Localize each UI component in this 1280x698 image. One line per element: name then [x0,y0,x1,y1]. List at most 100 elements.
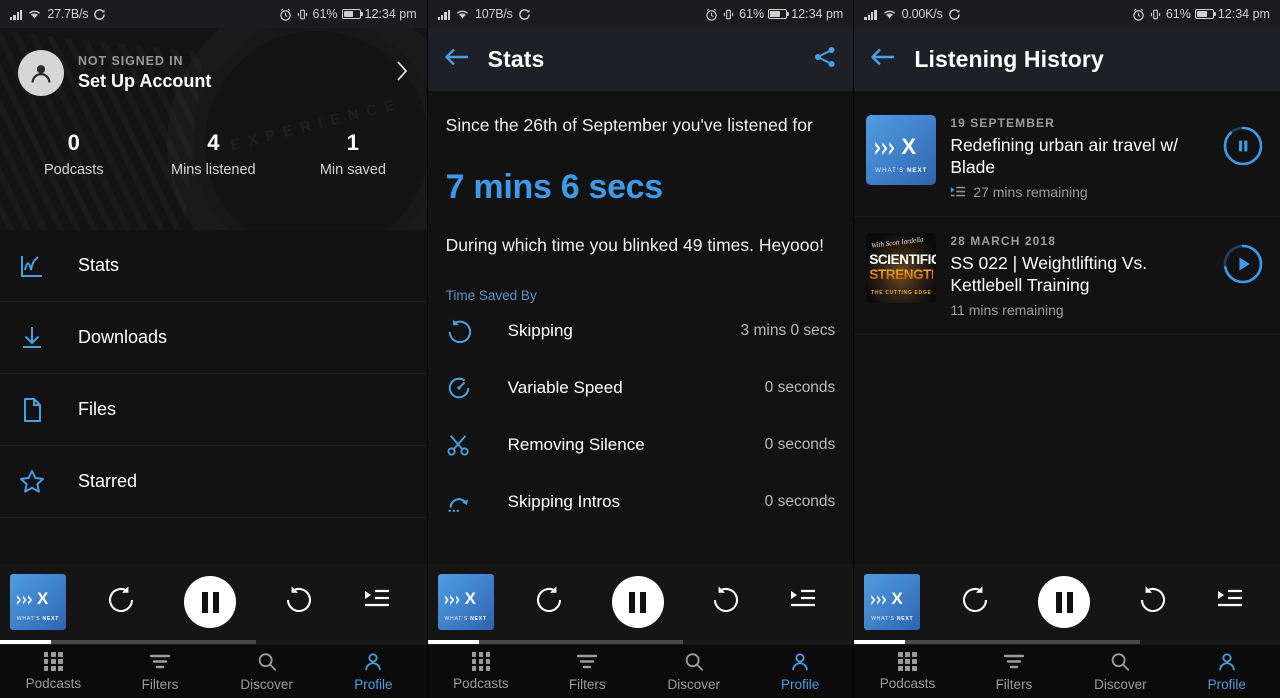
cell-signal-icon [10,9,23,20]
stats-appbar: Stats [427,28,854,91]
nav-item-discover[interactable]: Discover [213,645,320,698]
saved-value: 0 seconds [764,436,836,454]
nav-label: Podcasts [453,675,509,691]
menu-item-stats[interactable]: Stats [0,230,427,302]
battery-icon [341,9,363,19]
account-title: Set Up Account [78,71,212,91]
saved-value: 0 seconds [764,493,836,511]
queue-icon[interactable] [789,587,817,618]
skip-back-icon[interactable] [960,585,990,620]
nav-item-profile[interactable]: Profile [1174,645,1280,698]
nav-item-filters[interactable]: Filters [534,645,640,698]
history-appbar: Listening History [854,28,1280,91]
person-icon [792,653,808,671]
menu-item-starred[interactable]: Starred [0,446,427,518]
nav-label: Filters [568,677,606,692]
chart-icon [14,252,78,280]
menu-item-label: Stats [78,255,120,275]
stat-value: 0 [67,130,80,155]
file-icon [14,396,78,424]
menu-item-files[interactable]: Files [0,374,427,446]
network-speed: 107B/s [474,7,513,21]
nav-item-filters[interactable]: Filters [961,645,1067,698]
account-row[interactable]: NOT SIGNED IN Set Up Account [0,28,427,96]
mini-player-artwork[interactable]: X WHAT'S NEXT [864,574,921,630]
saved-row-variable-speed: Variable Speed 0 seconds [446,360,835,417]
nav-item-discover[interactable]: Discover [641,645,747,698]
chevron-logo-icon [871,595,887,605]
play-button[interactable] [1222,243,1264,290]
saved-row-skipping: Skipping 3 mins 0 secs [446,303,836,360]
stats-content: Since the 26th of September you've liste… [428,91,854,531]
nav-item-profile[interactable]: Profile [320,645,427,698]
search-icon [1112,653,1130,671]
nav-item-podcasts[interactable]: Podcasts [428,645,534,698]
back-arrow-icon[interactable] [870,46,896,73]
battery-percent: 61% [312,7,338,21]
clock-time: 12:34 pm [1217,7,1270,21]
bottom-nav: Podcasts Filters Discover Profile [427,644,854,698]
nav-item-profile[interactable]: Profile [747,645,853,698]
episode-date: 19 SEPTEMBER [950,116,1055,130]
alarm-icon [279,8,291,21]
chevron-right-icon [395,60,409,87]
status-bar: 27.7B/s 61% 12:34 pm [0,0,427,28]
artwork-caption: WHAT'S NEXT [871,616,914,622]
saved-row-removing-silence: Removing Silence 0 seconds [446,417,836,474]
skip-forward-icon[interactable] [1138,585,1168,620]
total-listened-value: 7 mins 6 secs [445,167,664,206]
skip-back-icon[interactable] [534,585,564,620]
saved-value: 3 mins 0 secs [740,322,836,340]
nav-item-discover[interactable]: Discover [1067,645,1173,698]
network-speed: 0.00K/s [901,7,943,21]
person-icon [31,65,51,83]
nav-item-filters[interactable]: Filters [107,645,214,698]
history-row[interactable]: X WHAT'S NEXT 19 SEPTEMBER Redefining ur… [854,99,1280,218]
menu-item-downloads[interactable]: Downloads [0,302,427,374]
share-icon[interactable] [813,45,837,74]
mini-player-artwork[interactable]: X WHAT'S NEXT [10,574,66,630]
nav-label: Discover [1094,677,1147,692]
nav-label: Filters [995,677,1033,692]
stat-min-saved: 1 Min saved [283,130,423,178]
vibrate-icon [297,9,307,19]
menu-item-label: Starred [78,471,138,491]
podcast-artwork: With Scott Iardella SCIENTIFIC STRENGTH … [866,233,937,304]
remaining-text: 27 mins remaining [973,184,1088,201]
history-row[interactable]: With Scott Iardella SCIENTIFIC STRENGTH … [854,217,1280,336]
mini-player-artwork[interactable]: X WHAT'S NEXT [437,574,494,630]
cell-signal-icon [437,9,450,20]
alarm-icon [1133,8,1144,21]
back-arrow-icon[interactable] [444,46,470,73]
three-panel-screenshot: 27.7B/s 61% 12:34 pm EXPERIENCE [0,0,1280,698]
wifi-icon [29,10,41,19]
battery-percent: 61% [739,7,765,21]
chevron-logo-icon [444,595,460,605]
skip-forward-icon[interactable] [284,585,314,620]
episode-title: SS 022 | Weightlifting Vs. Kettlebell Tr… [950,253,1148,296]
cell-signal-icon [864,9,877,20]
nav-item-podcasts[interactable]: Podcasts [854,645,960,698]
play-pause-button[interactable] [1038,576,1091,628]
mini-player: X WHAT'S NEXT [427,564,854,640]
play-pause-button[interactable] [184,576,237,628]
grid-icon [898,652,917,671]
pause-button[interactable] [1222,125,1264,172]
skip-forward-icon[interactable] [711,585,741,620]
podcast-artwork: X WHAT'S NEXT [866,115,937,185]
panel-stats: 107B/s 61% 12:34 pm Stats Since the 26th… [426,0,854,698]
profile-stats: 0 Podcasts 4 Mins listened 1 Min saved [0,130,427,178]
skip-back-icon[interactable] [106,585,136,620]
queue-icon[interactable] [1216,587,1244,618]
nav-label: Podcasts [25,675,82,691]
nav-label: Profile [354,677,393,692]
queue-icon[interactable] [363,587,391,618]
chevron-logo-icon [875,142,895,155]
artwork-title-line1: SCIENTIFIC [869,252,937,268]
bottom-nav: Podcasts Filters Discover Profile [854,644,1280,698]
network-speed: 27.7B/s [47,7,89,21]
x-logo-icon: X [37,589,49,608]
clock-time: 12:34 pm [791,7,844,21]
nav-item-podcasts[interactable]: Podcasts [0,645,107,698]
play-pause-button[interactable] [611,576,664,628]
